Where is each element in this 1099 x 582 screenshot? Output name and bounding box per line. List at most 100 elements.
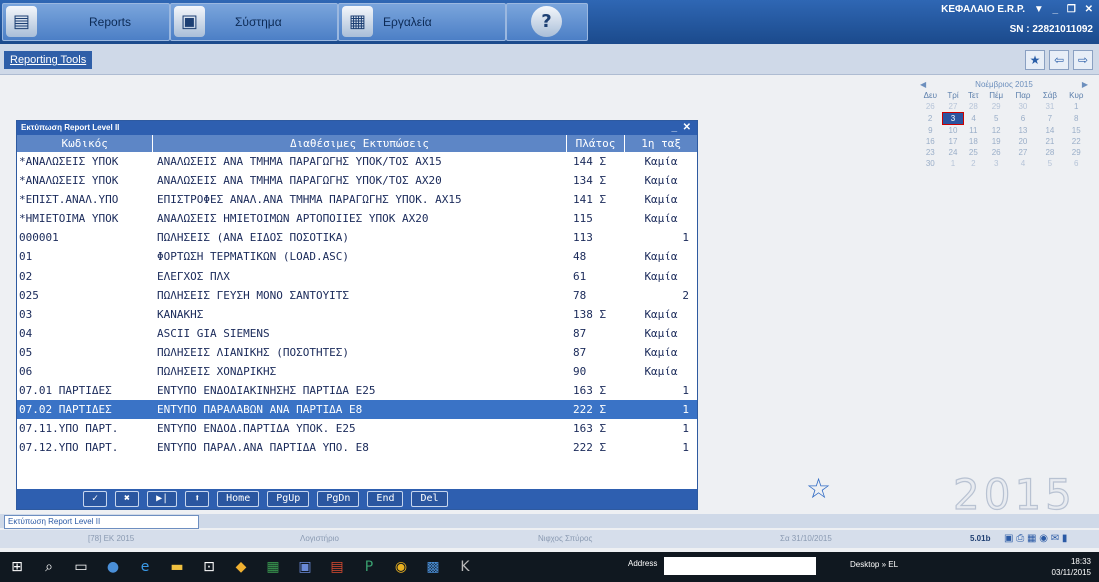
- calendar-day[interactable]: 2: [963, 158, 983, 169]
- column-header-width[interactable]: Πλάτος: [567, 135, 626, 152]
- calendar-day[interactable]: 10: [943, 125, 964, 137]
- excel-icon[interactable]: ▦: [262, 556, 284, 578]
- calendar-day[interactable]: 30: [1009, 101, 1037, 113]
- table-row[interactable]: 07.12.ΥΠΟ ΠΑΡΤ. ΕΝΤΥΠΟ ΠΑΡΑΛ.ΑΝΑ ΠΑΡΤΙΔΑ …: [17, 438, 697, 457]
- close-icon[interactable]: ✕: [1085, 4, 1093, 15]
- restore-icon[interactable]: ❐: [1067, 4, 1076, 15]
- calendar-day[interactable]: 23: [918, 147, 943, 158]
- system-menu-button[interactable]: ▣ Σύστημα: [170, 3, 338, 41]
- page-up-button[interactable]: PgUp: [267, 491, 310, 507]
- calendar-day[interactable]: 25: [963, 147, 983, 158]
- table-row[interactable]: 07.11.ΥΠΟ ΠΑΡΤ. ΕΝΤΥΠΟ ΕΝΔΟΔ.ΠΑΡΤΙΔΑ ΥΠΟΚ…: [17, 419, 697, 438]
- folder-icon[interactable]: ▬: [166, 556, 188, 578]
- calendar-day[interactable]: 31: [1037, 101, 1063, 113]
- calendar-day[interactable]: 18: [963, 136, 983, 147]
- calendar-day[interactable]: 4: [1009, 158, 1037, 169]
- calendar-day[interactable]: 24: [943, 147, 964, 158]
- calendar-day[interactable]: 6: [1009, 113, 1037, 125]
- calendar-day[interactable]: 14: [1037, 125, 1063, 137]
- app-icon[interactable]: ●: [102, 556, 124, 578]
- table-row[interactable]: *ΑΝΑΛΩΣΕΙΣ ΥΠΟΚ ΑΝΑΛΩΣΕΙΣ ΑΝΑ ΤΜΗΜΑ ΠΑΡΑΓ…: [17, 171, 697, 190]
- address-input[interactable]: [664, 557, 816, 575]
- calendar-day[interactable]: 29: [1063, 147, 1089, 158]
- calendar-day[interactable]: 8: [1063, 113, 1089, 125]
- table-row[interactable]: *ΑΝΑΛΩΣΕΙΣ ΥΠΟΚ ΑΝΑΛΩΣΕΙΣ ΑΝΑ ΤΜΗΜΑ ΠΑΡΑΓ…: [17, 152, 697, 171]
- calendar-day[interactable]: 28: [1037, 147, 1063, 158]
- help-menu-button[interactable]: ?: [506, 3, 588, 41]
- calendar-day[interactable]: 15: [1063, 125, 1089, 137]
- windows-start-icon[interactable]: ⊞: [6, 556, 28, 578]
- calendar-day[interactable]: 5: [983, 113, 1009, 125]
- table-row[interactable]: 000001 ΠΩΛΗΣΕΙΣ (ΑΝΑ ΕΙΔΟΣ ΠΟΣΟΤΙΚΑ) 113 1: [17, 228, 697, 247]
- calendar-day[interactable]: 29: [983, 101, 1009, 113]
- app-icon[interactable]: ◆: [230, 556, 252, 578]
- first-button[interactable]: ⬆: [185, 491, 210, 507]
- minimize-icon[interactable]: _: [1053, 4, 1059, 15]
- system-tray[interactable]: Desktop » EL: [850, 560, 898, 569]
- chrome-icon[interactable]: ◉: [390, 556, 412, 578]
- back-arrow-icon[interactable]: ⇦: [1049, 50, 1069, 70]
- table-row[interactable]: 07.01 ΠΑΡΤΙΔΕΣ ΕΝΤΥΠΟ ΕΝΔΟΔΙΑΚΙΝΗΣΗΣ ΠΑΡΤ…: [17, 381, 697, 400]
- calendar-day[interactable]: 26: [918, 101, 943, 113]
- calendar-day[interactable]: 12: [983, 125, 1009, 137]
- calendar-day[interactable]: 6: [1063, 158, 1089, 169]
- end-button[interactable]: End: [367, 491, 404, 507]
- calendar-day[interactable]: 13: [1009, 125, 1037, 137]
- table-row[interactable]: 06 ΠΩΛΗΣΕΙΣ ΧΟΝΔΡΙΚΗΣ 90 Καμία: [17, 362, 697, 381]
- favorite-icon[interactable]: ★: [1025, 50, 1045, 70]
- dropdown-icon[interactable]: ▼: [1034, 4, 1044, 15]
- calendar-day[interactable]: 16: [918, 136, 943, 147]
- publisher-icon[interactable]: P: [358, 556, 380, 578]
- calendar-day[interactable]: 7: [1037, 113, 1063, 125]
- home-button[interactable]: Home: [217, 491, 260, 507]
- calendar-day[interactable]: 9: [918, 125, 943, 137]
- calendar-day[interactable]: 5: [1037, 158, 1063, 169]
- next-month-icon[interactable]: ▶: [1082, 80, 1088, 89]
- page-down-button[interactable]: PgDn: [317, 491, 360, 507]
- tab-reporting-tools[interactable]: Reporting Tools: [4, 51, 93, 69]
- calendar-day[interactable]: 28: [963, 101, 983, 113]
- reports-menu-button[interactable]: ▤ Reports: [2, 3, 170, 41]
- minimize-icon[interactable]: _: [671, 122, 677, 133]
- calendar-day[interactable]: 1: [1063, 101, 1089, 113]
- table-row[interactable]: 025 ΠΩΛΗΣΕΙΣ ΓΕΥΣΗ ΜΟΝΟ ΣΑΝΤΟΥΙΤΣ 78 2: [17, 286, 697, 305]
- table-row[interactable]: 05 ΠΩΛΗΣΕΙΣ ΛΙΑΝΙΚΗΣ (ΠΟΣΟΤΗΤΕΣ) 87 Καμία: [17, 343, 697, 362]
- search-icon[interactable]: ⌕: [38, 556, 60, 578]
- calendar-day[interactable]: 30: [918, 158, 943, 169]
- tools-menu-button[interactable]: ▦ Εργαλεία: [338, 3, 506, 41]
- store-icon[interactable]: ⊡: [198, 556, 220, 578]
- table-row[interactable]: 04 ASCII GIA SIEMENS 87 Καμία: [17, 324, 697, 343]
- delete-button[interactable]: Del: [411, 491, 448, 507]
- last-button[interactable]: ▶|: [147, 491, 178, 507]
- calendar-day[interactable]: 11: [963, 125, 983, 137]
- cancel-button[interactable]: ✖: [115, 491, 140, 507]
- app-icon[interactable]: K: [454, 556, 476, 578]
- calendar-day[interactable]: 19: [983, 136, 1009, 147]
- table-row[interactable]: 01 ΦΟΡΤΩΣΗ ΤΕΡΜΑΤΙΚΩΝ (LOAD.ASC) 48 Καμία: [17, 247, 697, 266]
- calendar-day[interactable]: 22: [1063, 136, 1089, 147]
- app-icon[interactable]: ▩: [422, 556, 444, 578]
- app-icon[interactable]: ▣: [294, 556, 316, 578]
- calendar-day[interactable]: 3: [942, 112, 964, 125]
- column-header-first-sort[interactable]: 1η ταξ: [625, 135, 697, 152]
- calendar-day[interactable]: 17: [943, 136, 964, 147]
- prev-month-icon[interactable]: ◀: [920, 80, 926, 89]
- table-row[interactable]: 02 ΕΛΕΓΧΟΣ ΠΛΧ 61 Καμία: [17, 267, 697, 286]
- calendar-day[interactable]: 1: [943, 158, 964, 169]
- column-header-code[interactable]: Κωδικός: [17, 135, 154, 152]
- task-view-icon[interactable]: ▭: [70, 556, 92, 578]
- clock[interactable]: 18:33 03/11/2015: [1052, 556, 1091, 578]
- calendar-day[interactable]: 2: [918, 113, 943, 125]
- table-row[interactable]: *ΗΜΙΕΤΟΙΜΑ ΥΠΟΚ ΑΝΑΛΩΣΕΙΣ ΗΜΙΕΤΟΙΜΩΝ ΑΡΤΟ…: [17, 209, 697, 228]
- table-row[interactable]: *ΕΠΙΣΤ.ΑΝΑΛ.ΥΠΟ ΕΠΙΣΤΡΟΦΕΣ ΑΝΑΛ.ΑΝΑ ΤΜΗΜΑ…: [17, 190, 697, 209]
- calendar-day[interactable]: 21: [1037, 136, 1063, 147]
- status-tab-report[interactable]: Εκτύπωση Report Level II: [4, 515, 199, 529]
- star-icon[interactable]: ☆: [806, 472, 831, 505]
- table-row[interactable]: 03 ΚΑΝΑΚΗΣ 138 Σ Καμία: [17, 305, 697, 324]
- calendar-day[interactable]: 4: [963, 113, 983, 125]
- status-icons[interactable]: ▣ ⎙ ▦ ◉ ✉ ▮: [1004, 530, 1067, 548]
- calendar-day[interactable]: 3: [983, 158, 1009, 169]
- table-row[interactable]: 07.02 ΠΑΡΤΙΔΕΣ ΕΝΤΥΠΟ ΠΑΡΑΛΑΒΩΝ ΑΝΑ ΠΑΡΤΙ…: [17, 400, 697, 420]
- ok-button[interactable]: ✓: [83, 491, 108, 507]
- column-header-description[interactable]: Διαθέσιμες Εκτυπώσεις: [153, 135, 567, 152]
